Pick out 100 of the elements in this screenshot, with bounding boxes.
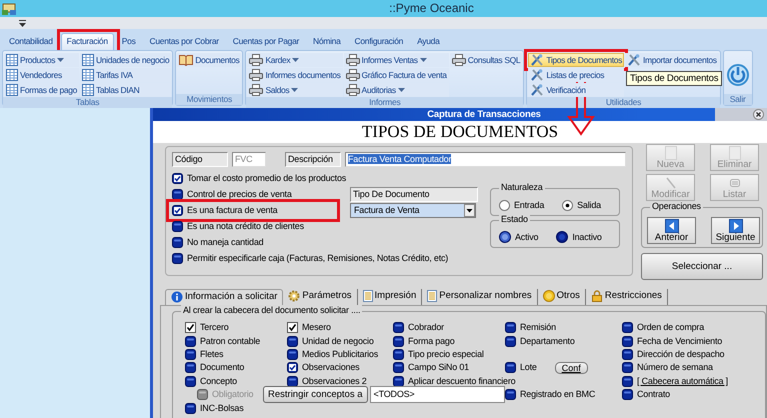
caret-icon bbox=[292, 58, 300, 62]
ribbon-button[interactable]: Tarifas IVA bbox=[80, 68, 172, 82]
concepts-field[interactable]: <TODOS> bbox=[370, 386, 505, 404]
ribbon-button[interactable]: Unidades de negocio bbox=[80, 53, 172, 67]
ribbon-button[interactable]: Productos bbox=[4, 53, 79, 67]
checkbox[interactable] bbox=[185, 348, 196, 360]
ribbon-button[interactable]: Tablas DIAN bbox=[80, 83, 172, 97]
checkbox[interactable] bbox=[185, 362, 196, 374]
checkbox[interactable] bbox=[287, 376, 298, 387]
checkbox[interactable] bbox=[287, 348, 298, 360]
checkbox[interactable] bbox=[393, 322, 404, 334]
checkbox[interactable] bbox=[393, 348, 404, 360]
checkbox[interactable] bbox=[185, 336, 196, 347]
restrict-button[interactable]: Restringir conceptos a bbox=[263, 386, 368, 404]
page-icon bbox=[664, 146, 676, 160]
ribbon-tab[interactable]: Ayuda bbox=[411, 32, 446, 50]
checkbox-label: INC-Bolsas bbox=[200, 402, 244, 414]
tools-icon bbox=[530, 69, 544, 81]
group-label: Salir bbox=[724, 94, 752, 105]
page-icon bbox=[728, 146, 740, 160]
radio-button[interactable] bbox=[556, 231, 568, 243]
printer-icon bbox=[452, 54, 466, 66]
checkbox[interactable] bbox=[505, 362, 516, 374]
checkbox[interactable] bbox=[622, 336, 633, 347]
group-title: Naturaleza bbox=[499, 182, 545, 193]
description-field[interactable]: Factura Venta Computador bbox=[345, 152, 626, 167]
ribbon-button[interactable]: Tipos de Documentos bbox=[528, 53, 624, 67]
document-type-select[interactable]: Factura de Venta bbox=[350, 202, 476, 218]
nav-button[interactable]: Anterior bbox=[647, 217, 696, 244]
select-button[interactable]: Seleccionar ... bbox=[641, 253, 763, 280]
config-button[interactable]: Conf bbox=[554, 362, 588, 374]
checkbox[interactable] bbox=[172, 252, 183, 264]
radio-button[interactable] bbox=[499, 231, 511, 243]
checkbox[interactable] bbox=[622, 389, 633, 400]
previous-icon bbox=[664, 218, 678, 232]
checkbox-label: Campo SiNo 01 bbox=[408, 362, 469, 374]
ribbon-button[interactable]: Informes Ventas bbox=[344, 53, 449, 67]
checkbox[interactable] bbox=[172, 204, 183, 216]
ribbon-button[interactable]: Informes documentos bbox=[247, 68, 343, 82]
tab[interactable]: Personalizar nombres bbox=[422, 289, 538, 305]
close-icon[interactable] bbox=[753, 109, 764, 120]
tools-icon bbox=[530, 84, 544, 96]
ribbon-tab[interactable]: Configuración bbox=[348, 32, 410, 50]
ribbon-button[interactable]: Kardex bbox=[247, 53, 343, 67]
checkbox[interactable] bbox=[172, 236, 183, 248]
checkbox[interactable] bbox=[393, 336, 404, 347]
tab[interactable]: Otros bbox=[538, 289, 586, 305]
checkbox-label: Medios Publicitarios bbox=[302, 349, 378, 360]
ribbon-button[interactable]: Vendedores bbox=[4, 68, 79, 82]
checkbox-label: Obligatorio bbox=[212, 389, 254, 400]
checkbox-label: Remisión bbox=[520, 322, 556, 334]
ribbon-tab[interactable]: Facturación bbox=[60, 32, 114, 50]
nav-button[interactable]: Siguiente bbox=[711, 217, 760, 244]
ribbon-button[interactable]: Formas de pago bbox=[4, 83, 79, 97]
ribbon-tab[interactable]: Pos bbox=[116, 32, 142, 50]
ribbon-button[interactable]: Listas de precios bbox=[528, 68, 624, 82]
ribbon-button[interactable]: Importar documentos bbox=[625, 53, 719, 67]
ribbon-button[interactable]: Documentos bbox=[177, 53, 242, 67]
checkbox[interactable] bbox=[622, 376, 633, 387]
ribbon-button[interactable]: Saldos bbox=[247, 83, 343, 97]
checkbox[interactable] bbox=[287, 336, 298, 347]
ribbon-button[interactable]: Verificación bbox=[528, 83, 624, 97]
ribbon-tab[interactable]: Nómina bbox=[307, 32, 347, 50]
checkbox[interactable] bbox=[185, 322, 196, 334]
group-title: Operaciones bbox=[650, 201, 703, 212]
checkbox[interactable] bbox=[622, 362, 633, 374]
tab[interactable]: Impresión bbox=[358, 289, 422, 305]
checkbox[interactable] bbox=[287, 362, 298, 374]
checkbox[interactable] bbox=[505, 322, 516, 334]
ribbon-tab[interactable]: Cuentas por Cobrar bbox=[144, 32, 225, 50]
tab[interactable]: Restricciones bbox=[586, 289, 668, 305]
checkbox-label: Número de semana bbox=[637, 362, 713, 374]
checkbox[interactable] bbox=[172, 188, 183, 200]
checkbox[interactable] bbox=[505, 389, 516, 400]
table-icon bbox=[82, 54, 94, 66]
ribbon-tab[interactable]: Cuentas por Pagar bbox=[226, 32, 306, 50]
radio-button[interactable] bbox=[499, 200, 510, 210]
tab[interactable]: Información a solicitar bbox=[165, 289, 284, 305]
checkbox-label: Concepto bbox=[200, 376, 237, 387]
checkbox[interactable] bbox=[505, 336, 516, 347]
customize-menu-icon[interactable] bbox=[19, 20, 26, 26]
checkbox[interactable] bbox=[393, 376, 404, 387]
ribbon-button[interactable]: Auditorias bbox=[344, 83, 449, 97]
tools-icon bbox=[530, 54, 544, 66]
checkbox[interactable] bbox=[393, 362, 404, 374]
checkbox[interactable] bbox=[287, 322, 298, 334]
ribbon-button[interactable]: Consultas SQL bbox=[450, 53, 522, 67]
radio-button[interactable] bbox=[562, 200, 574, 210]
window-title: ::Pyme Oceanic bbox=[388, 1, 475, 16]
checkbox[interactable] bbox=[185, 402, 196, 414]
ribbon-button[interactable]: Gráfico Factura de venta bbox=[344, 68, 449, 82]
printer-icon bbox=[249, 69, 264, 81]
checkbox[interactable] bbox=[172, 172, 183, 184]
checkbox[interactable] bbox=[622, 322, 633, 334]
checkbox[interactable] bbox=[172, 220, 183, 232]
printer-icon bbox=[346, 69, 360, 81]
checkbox[interactable] bbox=[185, 376, 196, 387]
ribbon-tab[interactable]: Contabilidad bbox=[3, 32, 59, 50]
link[interactable]: [ Cabecera automática ] bbox=[637, 376, 728, 387]
checkbox[interactable] bbox=[622, 348, 633, 360]
